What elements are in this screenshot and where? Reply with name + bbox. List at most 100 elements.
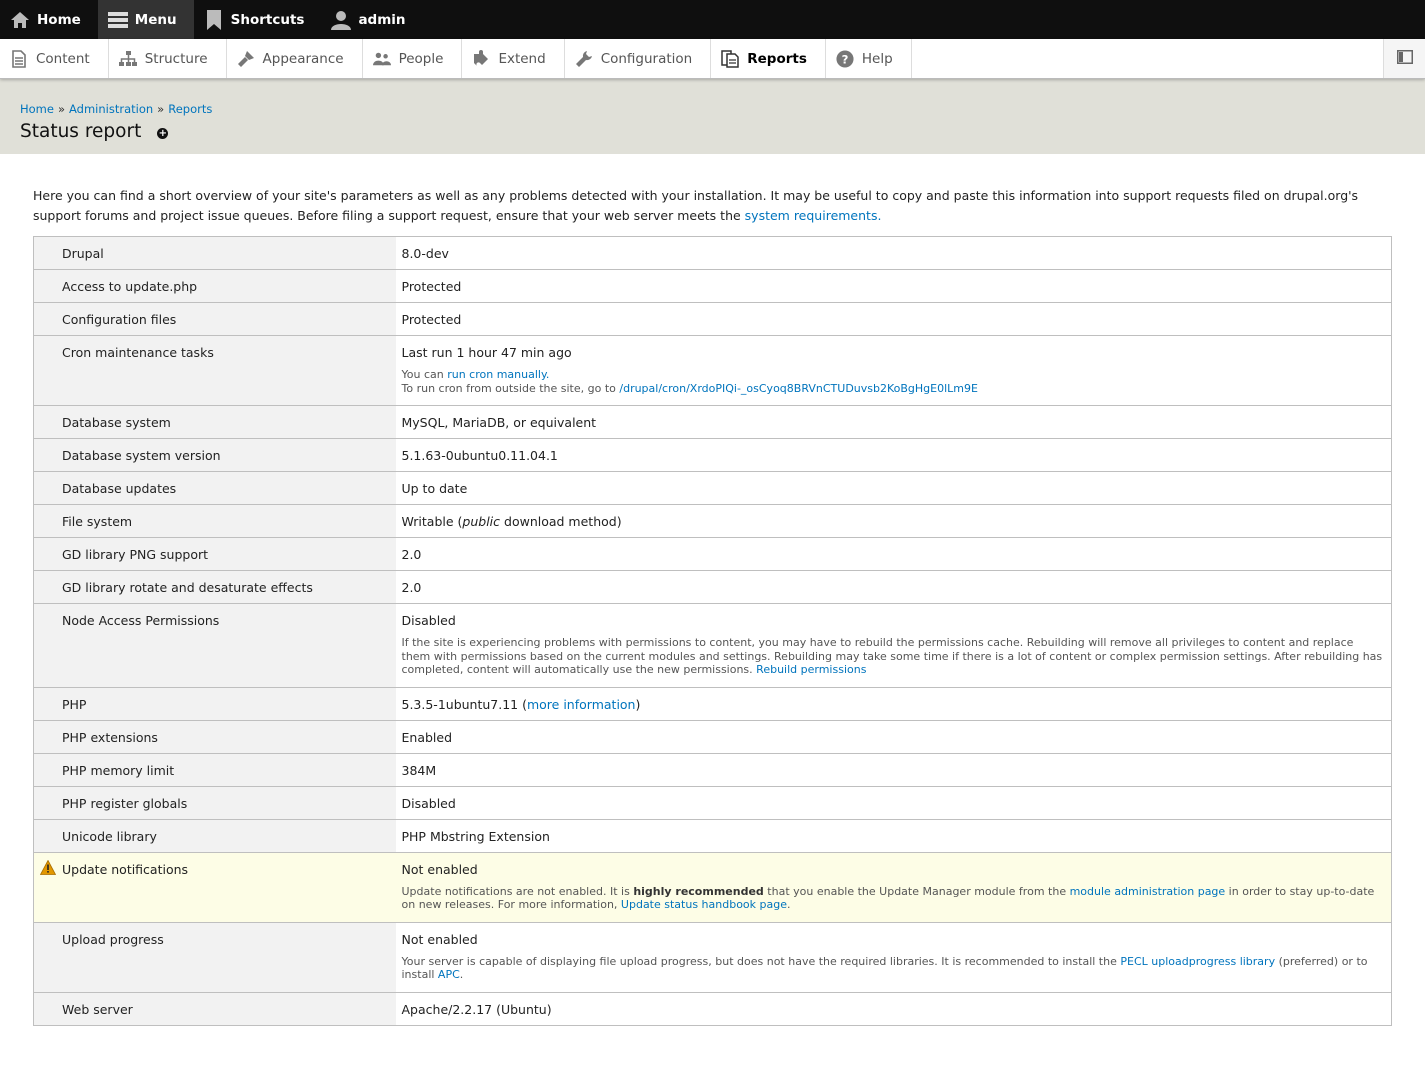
update-notifications-status: Not enabled (401, 861, 478, 877)
row-label: GD library PNG support (33, 537, 396, 571)
row-value: Disabled If the site is experiencing pro… (395, 603, 1392, 687)
row-value: Protected (395, 302, 1392, 336)
update-desc-text: Update notifications are not enabled. It… (401, 884, 634, 898)
cron-url-link[interactable]: /drupal/cron/XrdoPIQi-_osCyoq8BRVnCTUDuv… (619, 382, 978, 395)
breadcrumb-administration[interactable]: Administration (69, 102, 153, 116)
breadcrumb-separator: » (57, 102, 66, 116)
main-content: Here you can find a short overview of yo… (0, 154, 1425, 1026)
tray-item-label: People (398, 50, 444, 67)
tray-item-people[interactable]: People (363, 39, 463, 78)
row-label: Drupal (33, 236, 396, 270)
breadcrumb-separator: » (157, 102, 165, 116)
help-icon: ? (836, 49, 854, 68)
row-value: MySQL, MariaDB, or equivalent (395, 405, 1392, 439)
row-label: PHP memory limit (33, 752, 396, 786)
page-title: Status report (20, 121, 142, 142)
pecl-uploadprogress-link[interactable]: PECL uploadprogress library (1120, 955, 1275, 968)
warning-icon (39, 859, 57, 875)
tray-item-label: Structure (144, 50, 208, 67)
toolbar-shortcuts[interactable]: Shortcuts (194, 0, 322, 39)
upload-progress-status: Not enabled (401, 931, 478, 947)
row-value: 2.0 (395, 570, 1392, 604)
tray-item-help[interactable]: ? Help (826, 39, 912, 78)
table-row: GD library rotate and desaturate effects… (33, 570, 1392, 604)
table-row: Unicode library PHP Mbstring Extension (33, 818, 1392, 852)
tray-orientation-toggle[interactable] (1383, 39, 1425, 78)
table-row: Web server Apache/2.2.17 (Ubuntu) (33, 991, 1392, 1025)
module-admin-link[interactable]: module administration page (1070, 885, 1226, 898)
svg-text:?: ? (842, 52, 849, 66)
update-handbook-link[interactable]: Update status handbook page (621, 898, 787, 911)
cron-desc-text: You can (401, 368, 448, 381)
tray-item-label: Configuration (600, 50, 693, 67)
breadcrumb-home[interactable]: Home (20, 102, 54, 116)
php-more-info-link[interactable]: more information (527, 697, 636, 712)
home-icon (9, 9, 31, 31)
file-system-pre: Writable ( (401, 514, 463, 529)
add-shortcut-icon[interactable] (157, 128, 169, 139)
row-label: PHP (33, 686, 396, 720)
row-value: 384M (395, 752, 1392, 786)
toolbar-home[interactable]: Home (0, 0, 98, 39)
row-label: Node Access Permissions (33, 603, 396, 687)
row-label: Upload progress (33, 921, 396, 992)
document-icon (10, 49, 28, 68)
table-row: PHP extensions Enabled (33, 719, 1392, 753)
table-row: Database system MySQL, MariaDB, or equiv… (33, 405, 1392, 439)
table-row: PHP register globals Disabled (33, 785, 1392, 819)
tray-item-content[interactable]: Content (0, 39, 109, 78)
tray-item-extend[interactable]: Extend (462, 39, 565, 78)
row-label: GD library rotate and desaturate effects (33, 570, 396, 604)
table-row: Drupal 8.0-dev (33, 236, 1392, 270)
php-version: 5.3.5-1ubuntu7.11 ( (401, 696, 527, 712)
rebuild-permissions-link[interactable]: Rebuild permissions (756, 663, 866, 676)
tray-item-label: Help (861, 50, 893, 67)
cron-desc-text: To run cron from outside the site, go to (401, 381, 620, 395)
breadcrumb-reports[interactable]: Reports (168, 102, 212, 116)
sitemap-icon (118, 50, 137, 68)
table-row: Database updates Up to date (33, 471, 1392, 505)
row-value: Up to date (395, 471, 1392, 505)
cron-description: You can run cron manually. To run cron f… (402, 368, 1384, 397)
row-value: Apache/2.2.17 (Ubuntu) (395, 991, 1392, 1025)
row-value: Protected (395, 269, 1392, 303)
node-access-description: If the site is experiencing problems wit… (402, 636, 1384, 679)
toolbar-shortcuts-label: Shortcuts (230, 11, 305, 28)
tray-item-appearance[interactable]: Appearance (227, 39, 363, 78)
table-row: Access to update.php Protected (33, 269, 1392, 303)
tray-item-configuration[interactable]: Configuration (565, 39, 712, 78)
php-version-post: ) (635, 696, 641, 712)
tray-item-structure[interactable]: Structure (109, 39, 227, 78)
row-label: Configuration files (33, 302, 396, 336)
row-value: 5.1.63-0ubuntu0.11.04.1 (395, 438, 1392, 472)
wrench-icon (575, 50, 593, 68)
row-value: 2.0 (395, 537, 1392, 571)
toolbar-menu[interactable]: Menu (97, 0, 194, 39)
table-row: Configuration files Protected (33, 302, 1392, 336)
row-value: Not enabled Your server is capable of di… (395, 921, 1392, 992)
row-label: Cron maintenance tasks (33, 335, 396, 406)
table-row: Cron maintenance tasks Last run 1 hour 4… (33, 335, 1392, 406)
hamburger-icon (107, 9, 129, 31)
tray-item-label: Reports (747, 50, 807, 67)
row-label: Unicode library (33, 818, 396, 852)
table-row: PHP 5.3.5-1ubuntu7.11 (more information) (33, 686, 1392, 720)
system-requirements-link[interactable]: system requirements. (745, 208, 882, 223)
tray-item-label: Content (36, 50, 90, 67)
row-label: Access to update.php (33, 269, 396, 303)
node-access-status: Disabled (401, 613, 456, 628)
toolbar-user[interactable]: admin (321, 0, 422, 39)
file-system-post: download method) (500, 514, 622, 529)
run-cron-link[interactable]: run cron manually. (447, 368, 549, 381)
update-desc-text: that you enable the Update Manager modul… (763, 884, 1070, 898)
bookmark-icon (203, 9, 225, 31)
apc-link[interactable]: APC (438, 968, 460, 981)
table-row-warning: Update notifications Not enabled Update … (33, 851, 1392, 922)
row-value: Disabled (395, 785, 1392, 819)
intro-text: Here you can find a short overview of yo… (33, 186, 1392, 226)
update-desc-text: . (787, 898, 791, 911)
cron-last-run: Last run 1 hour 47 min ago (401, 345, 572, 360)
tray-item-reports[interactable]: Reports (711, 39, 826, 78)
update-notifications-description: Update notifications are not enabled. It… (402, 885, 1384, 914)
row-value: 8.0-dev (395, 236, 1392, 270)
